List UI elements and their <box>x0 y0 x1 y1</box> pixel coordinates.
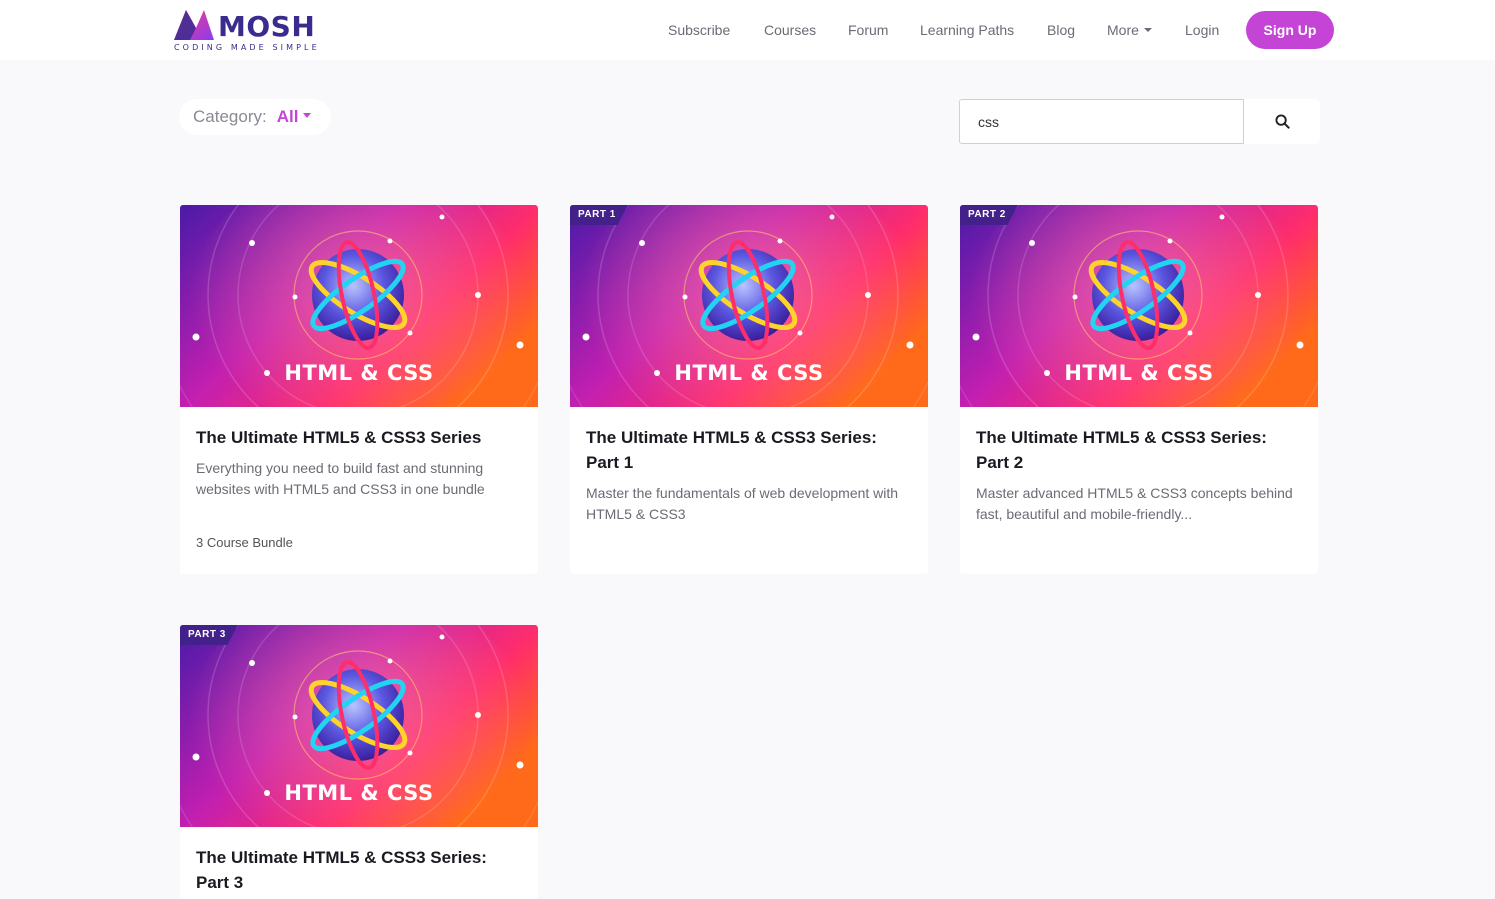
nav-more-label: More <box>1107 22 1139 38</box>
course-title: The Ultimate HTML5 & CSS3 Series: Part 2 <box>976 428 1267 472</box>
mosh-logo-icon <box>174 10 214 40</box>
category-label: Category: <box>193 107 267 126</box>
thumbnail-title: HTML & CSS <box>284 361 434 385</box>
category-value: All <box>276 107 299 126</box>
course-title: The Ultimate HTML5 & CSS3 Series <box>196 428 482 447</box>
course-description: Master the fundamentals of web developme… <box>586 485 899 522</box>
search-input[interactable] <box>959 99 1244 144</box>
course-thumbnail: PART 1 HTML & CSS <box>570 205 928 407</box>
search-icon <box>1274 114 1290 129</box>
logo-tagline: CODING MADE SIMPLE <box>174 43 320 52</box>
nav-login[interactable]: Login <box>1185 21 1219 39</box>
course-title: The Ultimate HTML5 & CSS3 Series: Part 1 <box>586 428 877 472</box>
mosh-logo[interactable]: MOSH CODING MADE SIMPLE <box>172 8 322 54</box>
nav-forum[interactable]: Forum <box>848 21 888 39</box>
course-description: Master advanced HTML5 & CSS3 concepts be… <box>976 485 1293 522</box>
course-thumbnail: HTML & CSS <box>180 205 538 407</box>
course-card[interactable]: PART 2 HTML & CSS The Ultimate HTML5 & C… <box>960 205 1318 574</box>
thumbnail-title: HTML & CSS <box>1064 361 1214 385</box>
course-thumbnail: PART 3 HTML & CSS <box>180 625 538 827</box>
chevron-down-icon <box>1143 28 1152 33</box>
course-card[interactable]: HTML & CSS The Ultimate HTML5 & CSS3 Ser… <box>180 205 538 574</box>
course-thumbnail: PART 2 HTML & CSS <box>960 205 1318 407</box>
course-card[interactable]: PART 3 HTML & CSS The Ultimate HTML5 & C… <box>180 625 538 899</box>
chevron-down-icon <box>303 112 312 118</box>
nav-more[interactable]: More <box>1107 21 1152 39</box>
nav-subscribe[interactable]: Subscribe <box>668 21 730 39</box>
nav-courses[interactable]: Courses <box>764 21 816 39</box>
thumbnail-title: HTML & CSS <box>674 361 824 385</box>
course-card[interactable]: PART 1 HTML & CSS The Ultimate HTML5 & C… <box>570 205 928 574</box>
course-bundle-meta: 3 Course Bundle <box>196 535 293 550</box>
search-button[interactable] <box>1244 99 1320 144</box>
thumbnail-title: HTML & CSS <box>284 781 434 805</box>
nav-blog[interactable]: Blog <box>1047 21 1075 39</box>
category-dropdown[interactable]: Category: All <box>179 99 331 135</box>
nav-learning-paths[interactable]: Learning Paths <box>920 21 1014 39</box>
logo-wordmark: MOSH <box>218 10 316 43</box>
sign-up-button[interactable]: Sign Up <box>1246 11 1334 49</box>
course-description: Everything you need to build fast and st… <box>196 460 485 497</box>
course-title: The Ultimate HTML5 & CSS3 Series: Part 3 <box>196 848 487 892</box>
top-header: MOSH CODING MADE SIMPLE Subscribe Course… <box>0 0 1495 60</box>
